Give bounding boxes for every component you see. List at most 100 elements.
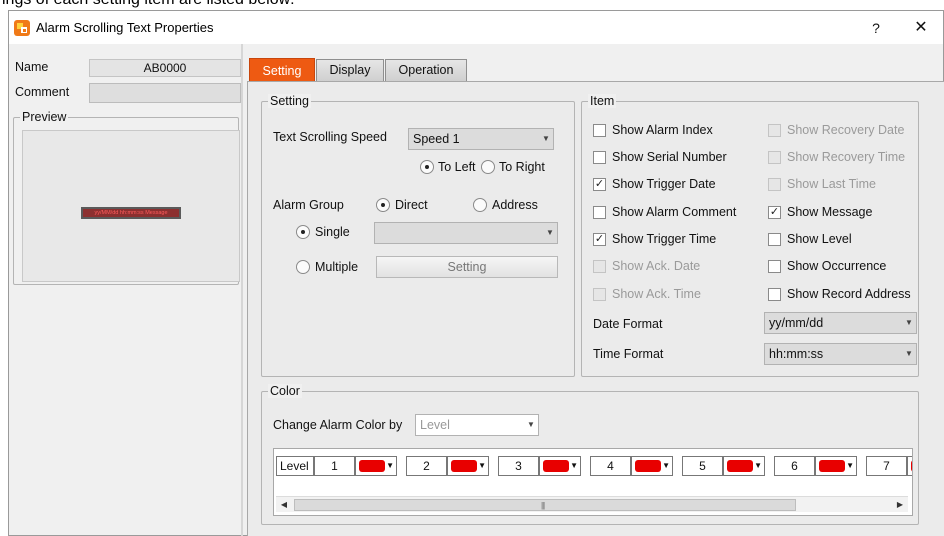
level-number-cell: 4 [590, 456, 631, 476]
show-trigger-date-checkbox[interactable]: ✓ [593, 178, 606, 191]
chevron-down-icon: ▼ [527, 420, 535, 429]
item-group-label: Item [588, 94, 617, 108]
show-message-checkbox[interactable]: ✓ [768, 206, 781, 219]
show-ack-time-label: Show Ack. Time [612, 287, 701, 301]
show-recovery-time-label: Show Recovery Time [787, 150, 906, 164]
level-color-picker[interactable]: ▼ [815, 456, 857, 476]
show-occurrence-checkbox[interactable] [768, 260, 781, 273]
level-color-picker[interactable]: ▼ [723, 456, 765, 476]
chevron-down-icon: ▼ [478, 461, 486, 470]
to-right-label: To Right [499, 160, 545, 174]
multiple-label: Multiple [315, 260, 359, 274]
scroll-left-icon[interactable]: ◀ [278, 499, 290, 511]
show-serial-number-checkbox[interactable] [593, 151, 606, 164]
to-right-radio[interactable] [481, 160, 495, 174]
show-trigger-time-checkbox[interactable]: ✓ [593, 233, 606, 246]
scrolling-speed-value: Speed 1 [413, 132, 460, 146]
comment-field[interactable] [89, 83, 241, 103]
level-color-picker[interactable]: ▼ [539, 456, 581, 476]
tab-operation[interactable]: Operation [385, 59, 467, 81]
level-header-cell: Level [276, 456, 314, 476]
name-label: Name [15, 60, 49, 74]
color-group-label: Color [268, 384, 302, 398]
show-last-time-checkbox[interactable] [768, 178, 781, 191]
scrolling-speed-label: Text Scrolling Speed [273, 130, 387, 144]
setting-group-label: Setting [268, 94, 311, 108]
panel-divider [241, 44, 243, 536]
level-number-cell: 3 [498, 456, 539, 476]
chevron-down-icon: ▼ [546, 228, 554, 237]
chevron-down-icon: ▼ [542, 134, 550, 143]
change-color-by-select[interactable]: Level ▼ [415, 414, 539, 436]
level-color-grid: Level 1 ▼ 2 ▼ 3 ▼ 4 ▼ 5 ▼ 6 ▼ 7 ◀ ||| ▶ [273, 448, 913, 516]
show-level-checkbox[interactable] [768, 233, 781, 246]
level-number-cell: 6 [774, 456, 815, 476]
title-bar: Alarm Scrolling Text Properties ? ✕ [9, 11, 943, 44]
single-radio[interactable] [296, 225, 310, 239]
close-button[interactable]: ✕ [906, 16, 936, 40]
single-label: Single [315, 225, 350, 239]
time-format-value: hh:mm:ss [769, 347, 824, 361]
chevron-down-icon: ▼ [570, 461, 578, 470]
preview-label: Preview [20, 110, 69, 124]
properties-dialog: Alarm Scrolling Text Properties ? ✕ Name… [8, 10, 944, 536]
show-alarm-comment-label: Show Alarm Comment [612, 205, 737, 219]
chevron-down-icon: ▼ [905, 318, 913, 327]
show-ack-date-checkbox[interactable] [593, 260, 606, 273]
show-message-label: Show Message [787, 205, 873, 219]
name-field[interactable]: AB0000 [89, 59, 241, 77]
help-button[interactable]: ? [862, 16, 890, 40]
chevron-down-icon: ▼ [846, 461, 854, 470]
address-label: Address [492, 198, 538, 212]
show-ack-time-checkbox[interactable] [593, 288, 606, 301]
change-color-by-value: Level [420, 418, 450, 432]
grip-icon: ||| [541, 501, 545, 510]
show-recovery-date-checkbox[interactable] [768, 124, 781, 137]
preview-group: Preview yy/MM/dd hh:mm:ss Message [13, 110, 240, 285]
multiple-setting-button[interactable]: Setting [376, 256, 558, 278]
scroll-thumb[interactable]: ||| [294, 499, 796, 511]
to-left-label: To Left [438, 160, 476, 174]
tab-setting[interactable]: Setting [249, 58, 315, 82]
show-alarm-comment-checkbox[interactable] [593, 206, 606, 219]
date-format-label: Date Format [593, 317, 663, 331]
multiple-radio[interactable] [296, 260, 310, 274]
chevron-down-icon: ▼ [386, 461, 394, 470]
show-recovery-time-checkbox[interactable] [768, 151, 781, 164]
date-format-select[interactable]: yy/mm/dd ▼ [764, 312, 917, 334]
level-number-cell: 2 [406, 456, 447, 476]
app-icon [14, 20, 30, 36]
scrolling-speed-select[interactable]: Speed 1 ▼ [408, 128, 554, 150]
show-alarm-index-checkbox[interactable] [593, 124, 606, 137]
level-color-picker[interactable] [907, 456, 912, 476]
scroll-right-icon[interactable]: ▶ [894, 499, 906, 511]
to-left-radio[interactable] [420, 160, 434, 174]
level-number-cell: 1 [314, 456, 355, 476]
date-format-value: yy/mm/dd [769, 316, 824, 330]
level-color-picker[interactable]: ▼ [447, 456, 489, 476]
level-number-cell: 7 [866, 456, 907, 476]
comment-label: Comment [15, 85, 70, 99]
level-color-picker[interactable]: ▼ [631, 456, 673, 476]
horizontal-scrollbar[interactable]: ◀ ||| ▶ [276, 496, 908, 512]
direct-radio[interactable] [376, 198, 390, 212]
show-level-label: Show Level [787, 232, 852, 246]
time-format-select[interactable]: hh:mm:ss ▼ [764, 343, 917, 365]
show-recovery-date-label: Show Recovery Date [787, 123, 905, 137]
show-ack-date-label: Show Ack. Date [612, 259, 701, 273]
chevron-down-icon: ▼ [662, 461, 670, 470]
single-address-select[interactable]: ▼ [374, 222, 558, 244]
chevron-down-icon: ▼ [905, 349, 913, 358]
document-text-line: ings of each setting item are listed bel… [0, 0, 944, 9]
direct-label: Direct [395, 198, 428, 212]
time-format-label: Time Format [593, 347, 664, 361]
show-serial-number-label: Show Serial Number [612, 150, 727, 164]
tab-display[interactable]: Display [316, 59, 384, 81]
window-title: Alarm Scrolling Text Properties [36, 20, 214, 35]
address-radio[interactable] [473, 198, 487, 212]
preview-area: yy/MM/dd hh:mm:ss Message [22, 130, 240, 282]
level-number-cell: 5 [682, 456, 723, 476]
show-alarm-index-label: Show Alarm Index [612, 123, 713, 137]
show-record-address-checkbox[interactable] [768, 288, 781, 301]
level-color-picker[interactable]: ▼ [355, 456, 397, 476]
